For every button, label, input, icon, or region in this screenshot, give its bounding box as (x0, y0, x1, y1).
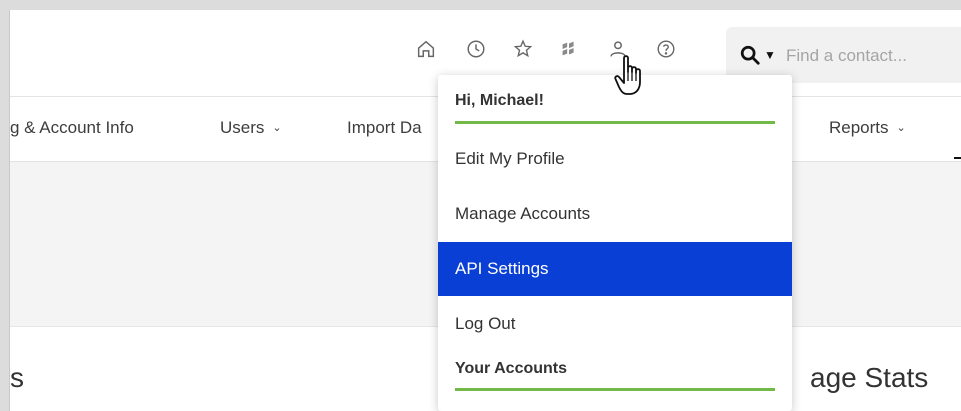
help-icon[interactable] (653, 36, 679, 62)
nav-item-label: Users (220, 118, 265, 137)
section-heading-left: s (10, 362, 24, 393)
menu-item-api-settings[interactable]: API Settings (438, 242, 792, 296)
section-heading-usage-stats: age Stats (810, 362, 929, 393)
your-accounts-heading: Your Accounts (455, 360, 568, 377)
menu-item-log-out[interactable]: Log Out (438, 297, 792, 351)
favorites-icon[interactable] (510, 36, 536, 62)
search-input[interactable] (784, 41, 961, 71)
window-frame-left (0, 10, 9, 411)
nav-item-users[interactable]: Users ⌄ (220, 118, 282, 138)
home-icon[interactable] (413, 36, 439, 62)
nav-item-reports[interactable]: Reports ⌄ (829, 118, 906, 138)
chevron-down-icon: ⌄ (896, 122, 906, 134)
logo-icon[interactable] (556, 36, 582, 62)
nav-item-label: g & Account Info (10, 118, 134, 137)
menu-item-manage-accounts[interactable]: Manage Accounts (438, 187, 792, 241)
search-scope-caret-icon[interactable]: ▼ (764, 48, 776, 62)
history-icon[interactable] (463, 36, 489, 62)
chevron-down-icon: ⌄ (272, 122, 282, 134)
nav-item-label: Import Da (347, 118, 422, 137)
user-greeting: Hi, Michael! (455, 92, 544, 109)
window-frame-top (0, 0, 961, 10)
nav-item-account-info[interactable]: g & Account Info (10, 118, 134, 138)
menu-item-edit-profile[interactable]: Edit My Profile (438, 132, 792, 186)
search-icon[interactable] (739, 44, 761, 66)
hand-cursor-icon (614, 55, 641, 95)
nav-item-import-data[interactable]: Import Da (347, 118, 422, 138)
greeting-underline (455, 121, 775, 124)
accounts-underline (455, 388, 775, 391)
nav-item-label: Reports (829, 118, 889, 137)
user-menu-dropdown: Hi, Michael! Edit My Profile Manage Acco… (438, 75, 792, 411)
nav-edge-marker (954, 157, 961, 159)
